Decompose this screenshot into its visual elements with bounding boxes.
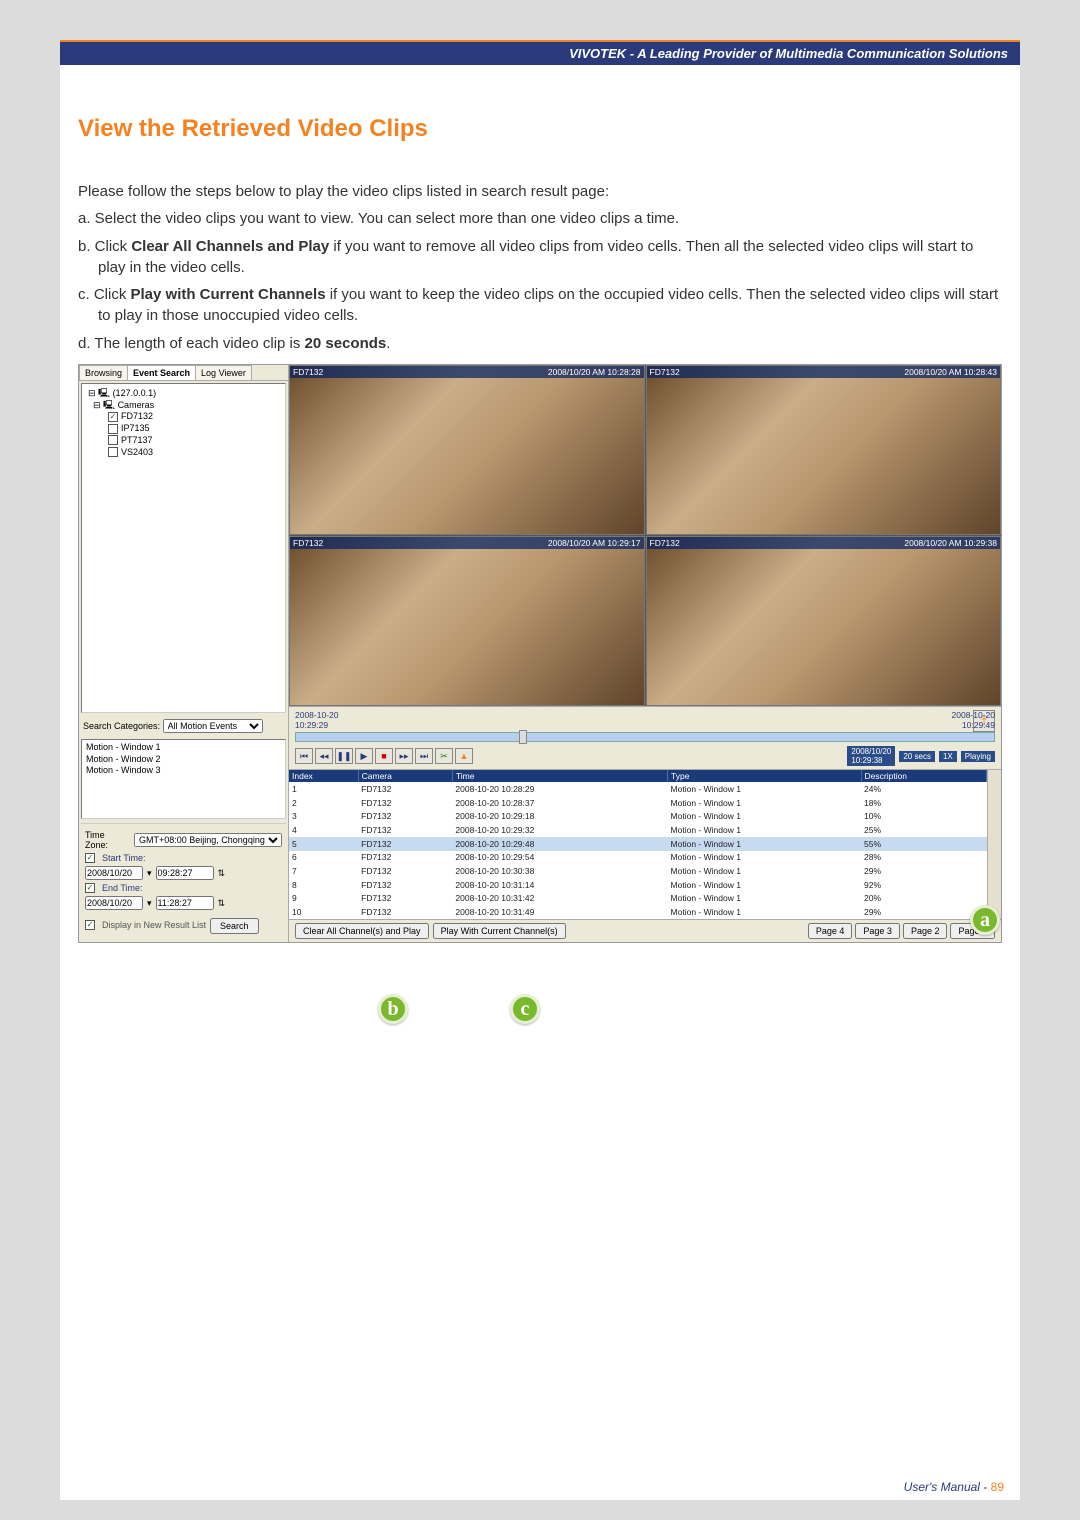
table-row[interactable]: 1FD71322008-10-20 10:28:29Motion - Windo…: [289, 782, 987, 796]
step-a: a. Select the video clips you want to vi…: [78, 208, 1002, 229]
results-table[interactable]: Index Camera Time Type Description 1FD71…: [289, 770, 987, 919]
search-button[interactable]: Search: [210, 918, 259, 934]
intro-text: Please follow the steps below to play th…: [78, 181, 1002, 202]
next-frame-button[interactable]: ▸▸: [395, 748, 413, 764]
dropdown-icon[interactable]: ▾: [147, 868, 152, 879]
col-camera[interactable]: Camera: [358, 770, 452, 782]
video-cell[interactable]: FD71322008/10/20 AM 10:28:28: [289, 365, 645, 535]
search-categories-label: Search Categories:: [83, 721, 160, 731]
seek-knob[interactable]: [519, 730, 527, 744]
start-time-checkbox[interactable]: ✓: [85, 853, 95, 863]
stepper-icon[interactable]: ⇅: [218, 898, 226, 909]
section-title: View the Retrieved Video Clips: [78, 115, 1002, 143]
display-new-label: Display in New Result List: [102, 920, 206, 930]
list-item[interactable]: Motion - Window 3: [86, 765, 281, 777]
table-row[interactable]: 3FD71322008-10-20 10:29:18Motion - Windo…: [289, 809, 987, 823]
clear-all-play-button[interactable]: Clear All Channel(s) and Play: [295, 923, 429, 939]
stepper-icon[interactable]: ⇅: [218, 868, 226, 879]
end-time-label: End Time:: [102, 883, 143, 893]
video-cell[interactable]: FD71322008/10/20 AM 10:28:43: [646, 365, 1002, 535]
last-frame-button[interactable]: ⏭: [415, 748, 433, 764]
annotation-b: b: [378, 994, 408, 1024]
tab-event-search[interactable]: Event Search: [127, 365, 196, 380]
step-d: d. The length of each video clip is 20 s…: [78, 333, 1002, 354]
dropdown-icon[interactable]: ▾: [147, 898, 152, 909]
table-row[interactable]: 4FD71322008-10-20 10:29:32Motion - Windo…: [289, 823, 987, 837]
footer: User's Manual - 89: [904, 1480, 1004, 1494]
up-icon[interactable]: ▲: [455, 748, 473, 764]
search-categories-select[interactable]: All Motion Events: [163, 719, 263, 733]
camera-tree[interactable]: ⊟ 🖳 (127.0.0.1) ⊟ 🖳 Cameras ✓FD7132 IP71…: [81, 383, 286, 713]
tree-item[interactable]: FD7132: [121, 411, 153, 421]
start-time-input[interactable]: [156, 866, 214, 880]
table-row[interactable]: 9FD71322008-10-20 10:31:42Motion - Windo…: [289, 892, 987, 906]
display-new-checkbox[interactable]: ✓: [85, 920, 95, 930]
tree-item[interactable]: VS2403: [121, 447, 153, 457]
left-tabs: Browsing Event Search Log Viewer: [79, 365, 288, 381]
table-row[interactable]: 6FD71322008-10-20 10:29:54Motion - Windo…: [289, 851, 987, 865]
tree-item[interactable]: IP7135: [121, 423, 150, 433]
doc-header: VIVOTEK - A Leading Provider of Multimed…: [60, 40, 1020, 65]
table-row[interactable]: 7FD71322008-10-20 10:30:38Motion - Windo…: [289, 864, 987, 878]
tree-item[interactable]: PT7137: [121, 435, 153, 445]
timezone-select[interactable]: GMT+08:00 Beijing, Chongqing: [134, 833, 282, 847]
start-date-input[interactable]: [85, 866, 143, 880]
start-time-label: Start Time:: [102, 853, 146, 863]
tab-browsing[interactable]: Browsing: [79, 365, 128, 380]
seek-slider[interactable]: [295, 732, 995, 742]
end-date-input[interactable]: [85, 896, 143, 910]
tab-log-viewer[interactable]: Log Viewer: [195, 365, 252, 380]
scrollbar[interactable]: [987, 770, 1001, 919]
end-time-input[interactable]: [156, 896, 214, 910]
rewind-button[interactable]: ◂◂: [315, 748, 333, 764]
col-time[interactable]: Time: [452, 770, 667, 782]
col-desc[interactable]: Description: [861, 770, 986, 782]
annotation-a: a: [970, 905, 1000, 935]
video-cell[interactable]: FD71322008/10/20 AM 10:29:17: [289, 536, 645, 706]
table-row[interactable]: 10FD71322008-10-20 10:31:49Motion - Wind…: [289, 905, 987, 919]
pause-button[interactable]: ❚❚: [335, 748, 353, 764]
first-frame-button[interactable]: ⏮: [295, 748, 313, 764]
list-item[interactable]: Motion - Window 1: [86, 742, 281, 754]
list-item[interactable]: Motion - Window 2: [86, 754, 281, 766]
motion-window-list[interactable]: Motion - Window 1 Motion - Window 2 Moti…: [81, 739, 286, 819]
video-cell[interactable]: FD71322008/10/20 AM 10:29:38: [646, 536, 1002, 706]
play-current-channels-button[interactable]: Play With Current Channel(s): [433, 923, 566, 939]
page-button[interactable]: Page 4: [808, 923, 853, 939]
end-time-checkbox[interactable]: ✓: [85, 883, 95, 893]
table-row[interactable]: 2FD71322008-10-20 10:28:37Motion - Windo…: [289, 796, 987, 810]
page-button[interactable]: Page 2: [903, 923, 948, 939]
table-row[interactable]: 8FD71322008-10-20 10:31:14Motion - Windo…: [289, 878, 987, 892]
play-button[interactable]: ▶: [355, 748, 373, 764]
timezone-label: Time Zone:: [85, 830, 130, 850]
video-cells: FD71322008/10/20 AM 10:28:28 FD71322008/…: [289, 365, 1001, 706]
page-button[interactable]: Page 3: [855, 923, 900, 939]
annotation-c: c: [510, 994, 540, 1024]
playback-strip: 2008-10-2010:29:29 2008-10-2010:29:49 ⤒ …: [289, 706, 1001, 770]
col-type[interactable]: Type: [668, 770, 861, 782]
step-b: b. Click Clear All Channels and Play if …: [78, 236, 1002, 279]
table-row[interactable]: 5FD71322008-10-20 10:29:48Motion - Windo…: [289, 837, 987, 851]
record-button[interactable]: ■: [375, 748, 393, 764]
step-c: c. Click Play with Current Channels if y…: [78, 284, 1002, 327]
cut-button[interactable]: ✂: [435, 748, 453, 764]
app-screenshot: Browsing Event Search Log Viewer ⊟ 🖳 (12…: [78, 364, 1002, 943]
col-index[interactable]: Index: [289, 770, 358, 782]
